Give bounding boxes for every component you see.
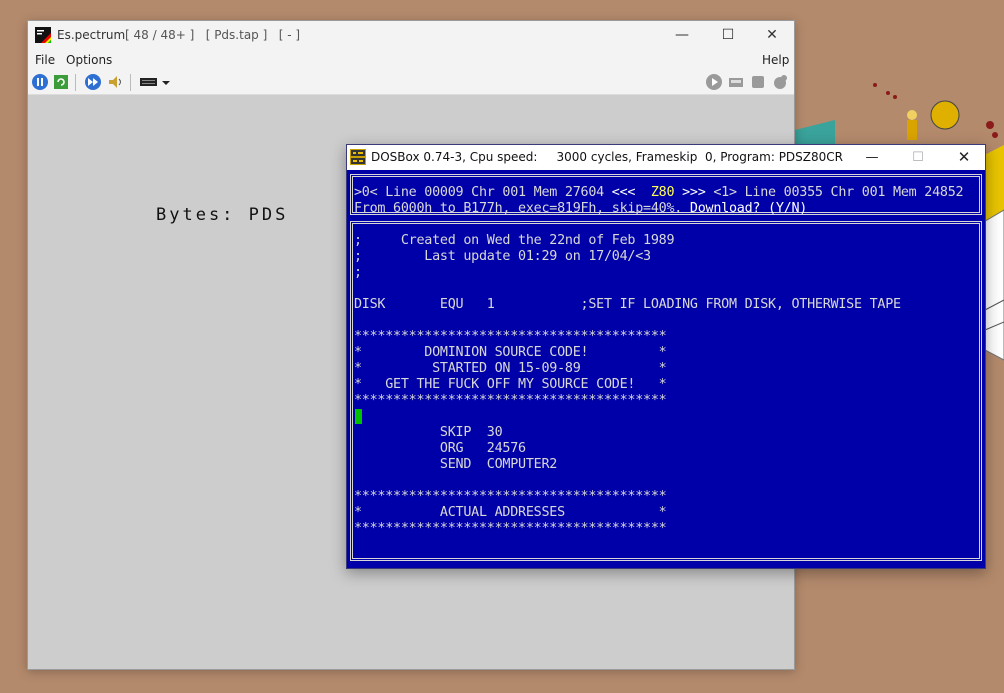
maximize-button[interactable]: ☐ — [705, 21, 751, 50]
source-line: ORG 24576 — [354, 441, 526, 456]
source-line: **************************************** — [354, 329, 667, 344]
espectrum-titlebar[interactable]: Es.pectrum [ 48 / 48+ ] [ Pds.tap ] [ - … — [28, 21, 794, 50]
download-prompt[interactable]: Download? (Y/N) — [690, 201, 807, 216]
tape-icon[interactable] — [727, 73, 745, 91]
dosbox-titlebar[interactable]: DOSBox 0.74-3, Cpu speed: 3000 cycles, F… — [347, 145, 985, 170]
minimize-button[interactable]: — — [659, 21, 705, 50]
status-line-1: >0< Line 00009 Chr 001 Mem 27604 <<< Z80… — [354, 185, 964, 201]
dosbox-minimize-button[interactable]: — — [849, 145, 895, 170]
text-cursor — [355, 409, 362, 424]
settings-icon[interactable] — [771, 73, 789, 91]
source-line: **************************************** — [354, 521, 667, 536]
stop-icon[interactable] — [749, 73, 767, 91]
source-line: ; — [354, 265, 362, 280]
chevron-down-icon[interactable] — [160, 73, 172, 91]
source-line: ; Last update 01:29 on 17/04/<3 — [354, 249, 651, 264]
dosbox-close-button[interactable]: ✕ — [941, 145, 987, 170]
spectrum-logo-icon — [35, 27, 51, 43]
source-line: **************************************** — [354, 393, 667, 408]
dosbox-logo-icon — [350, 149, 366, 165]
toolbar-separator — [130, 74, 131, 91]
close-button[interactable]: ✕ — [749, 21, 795, 50]
play-icon[interactable] — [705, 73, 723, 91]
status-right: <1> Line 00355 Chr 001 Mem 24852 — [705, 185, 964, 200]
dosbox-screen[interactable]: >0< Line 00009 Chr 001 Mem 27604 <<< Z80… — [347, 170, 985, 568]
keyboard-icon[interactable] — [139, 73, 159, 91]
window-title: Es.pectrum — [57, 28, 126, 42]
menubar: File Options Help — [28, 50, 794, 70]
source-line: * STARTED ON 15-09-89 * — [354, 361, 667, 376]
reset-icon[interactable] — [52, 73, 70, 91]
source-line: **************************************** — [354, 489, 667, 504]
sound-icon[interactable] — [107, 73, 125, 91]
toolbar-separator — [75, 74, 76, 91]
toolbar — [28, 70, 794, 95]
status-line-2: From 6000h to B177h, exec=819Fh, skip=40… — [354, 201, 807, 217]
source-line: SEND COMPUTER2 — [354, 457, 558, 472]
source-line: * ACTUAL ADDRESSES * — [354, 505, 667, 520]
tape-loading-text: Bytes: PDS — [156, 205, 289, 225]
machine-status: [ 48 / 48+ ] [ Pds.tap ] [ - ] — [125, 28, 301, 42]
source-line: ; Created on Wed the 22nd of Feb 1989 — [354, 233, 675, 248]
source-line: SKIP 30 — [354, 425, 503, 440]
menu-file[interactable]: File — [35, 53, 55, 67]
menu-help[interactable]: Help — [762, 53, 789, 67]
status-left: >0< Line 00009 Chr 001 Mem 27604 — [354, 185, 612, 200]
status-arrows-right: >>> — [682, 185, 706, 200]
source-line: DISK EQU 1 ;SET IF LOADING FROM DISK, OT… — [354, 297, 901, 312]
status-center: Z80 — [650, 185, 675, 200]
dosbox-title: DOSBox 0.74-3, Cpu speed: 3000 cycles, F… — [371, 150, 843, 164]
dosbox-window: DOSBox 0.74-3, Cpu speed: 3000 cycles, F… — [346, 144, 986, 569]
fast-forward-icon[interactable] — [84, 73, 102, 91]
pause-icon[interactable] — [31, 73, 49, 91]
status-info: From 6000h to B177h, exec=819Fh, skip=40… — [354, 201, 690, 216]
source-line: * GET THE FUCK OFF MY SOURCE CODE! * — [354, 377, 667, 392]
dosbox-maximize-button[interactable]: ☐ — [895, 145, 941, 170]
menu-options[interactable]: Options — [66, 53, 112, 67]
status-arrows-left: <<< — [611, 185, 636, 200]
source-line: * DOMINION SOURCE CODE! * — [354, 345, 667, 360]
